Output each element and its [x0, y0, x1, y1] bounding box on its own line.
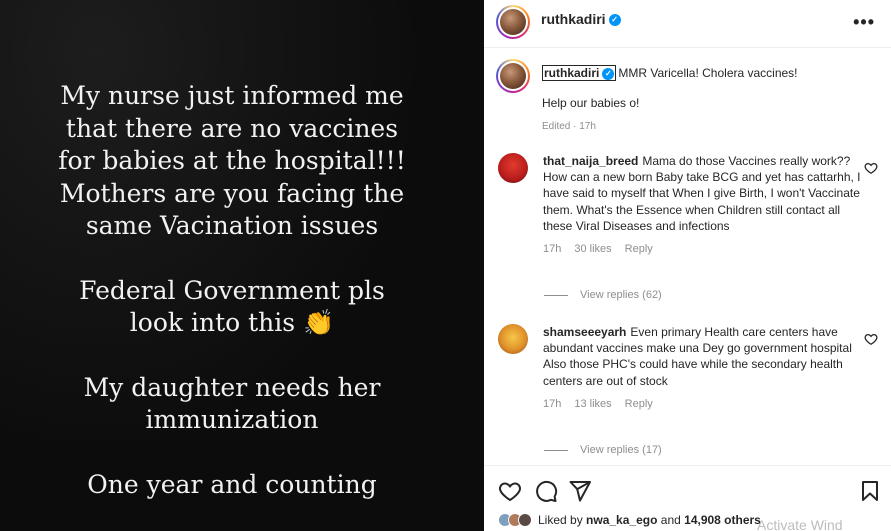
post-header: ruthkadiri ✓ •••: [484, 0, 891, 48]
story-gap: [0, 437, 464, 469]
reply-button[interactable]: Reply: [625, 396, 653, 412]
caption-username[interactable]: ruthkadiri ✓: [542, 65, 617, 81]
comment-meta: 17h 30 likes Reply: [543, 241, 861, 257]
story-line: look into this 👏: [129, 308, 335, 337]
view-replies-label[interactable]: View replies (62): [580, 289, 662, 301]
caption-avatar[interactable]: [496, 59, 530, 93]
story-text: My nurse just informed me that there are…: [0, 80, 464, 501]
view-replies-button[interactable]: View replies (62): [544, 289, 662, 301]
story-line: Federal Government pls: [79, 275, 385, 305]
os-activation-watermark: Activate Wind: [757, 517, 843, 531]
caption-body: ruthkadiri ✓ MMR Varicella! Cholera vaccin…: [542, 65, 862, 135]
commenter-avatar[interactable]: [498, 324, 528, 354]
story-line: that there are no vaccines: [65, 113, 399, 143]
comment-text-2: Also those PHC's could have while the se…: [543, 357, 843, 388]
replies-dash: [544, 294, 568, 296]
story-line: My nurse just informed me: [60, 81, 404, 110]
post-panel: ruthkadiri ✓ ••• ruthkadiri ✓ MMR Varicella…: [484, 0, 891, 531]
post-media[interactable]: My nurse just informed me that there are…: [0, 0, 484, 531]
comment-body: that_naija_breed Mama do those Vaccines r…: [543, 153, 861, 257]
commenter-avatar[interactable]: [498, 153, 528, 183]
reply-button[interactable]: Reply: [625, 241, 653, 257]
comment-meta: 17h 13 likes Reply: [543, 396, 861, 412]
author-avatar[interactable]: [496, 5, 530, 39]
story-gap: [0, 340, 464, 372]
story-line: for babies at the hospital!!!: [58, 146, 406, 175]
verified-icon: ✓: [602, 67, 615, 80]
comment-body: shamseeeyarh Even primary Health care cen…: [543, 324, 861, 412]
story-line: same Vacination issues: [85, 211, 379, 240]
action-bar: [484, 465, 891, 511]
comment-heart-icon[interactable]: [864, 161, 878, 175]
liker-avatar: [518, 513, 532, 527]
likes-summary[interactable]: Liked by nwa_ka_ego and 14,908 others: [498, 513, 761, 527]
share-icon[interactable]: [568, 479, 592, 503]
caption-meta: Edited · 17h: [542, 121, 596, 132]
author-username-text[interactable]: ruthkadiri: [541, 11, 606, 27]
view-replies-button[interactable]: View replies (17): [544, 444, 662, 456]
likes-prefix: Liked by: [538, 513, 583, 527]
author-username[interactable]: ruthkadiri ✓: [541, 11, 621, 27]
comment-likes[interactable]: 30 likes: [574, 241, 611, 257]
heart-icon[interactable]: [498, 479, 522, 503]
likes-count[interactable]: 14,908 others: [684, 513, 761, 527]
comment-heart-icon[interactable]: [864, 332, 878, 346]
caption-text: MMR Varicella! Cholera vaccines!: [618, 66, 798, 80]
commenter-username[interactable]: shamseeeyarh: [543, 325, 626, 339]
comment-likes[interactable]: 13 likes: [574, 396, 611, 412]
story-line: immunization: [145, 405, 319, 434]
comment-time: 17h: [543, 243, 562, 256]
story-gap: [0, 243, 464, 275]
commenter-username[interactable]: that_naija_breed: [543, 154, 638, 168]
likes-and: and: [660, 513, 681, 527]
liker-avatars: [498, 513, 532, 527]
comment-icon[interactable]: [534, 479, 558, 503]
bookmark-icon[interactable]: [858, 479, 882, 503]
verified-icon: ✓: [608, 14, 621, 27]
caption-text-2: Help our babies o!: [542, 96, 640, 110]
liker-username[interactable]: nwa_ka_ego: [586, 513, 657, 527]
replies-dash: [544, 449, 568, 451]
comment-time: 17h: [543, 397, 562, 410]
more-icon[interactable]: •••: [853, 12, 875, 33]
view-replies-label[interactable]: View replies (17): [580, 444, 662, 456]
story-line: My daughter needs her: [83, 372, 381, 402]
story-line: Mothers are you facing the: [59, 178, 405, 208]
story-line: One year and counting: [87, 469, 377, 499]
comments-section[interactable]: ruthkadiri ✓ MMR Varicella! Cholera vaccin…: [484, 49, 891, 465]
